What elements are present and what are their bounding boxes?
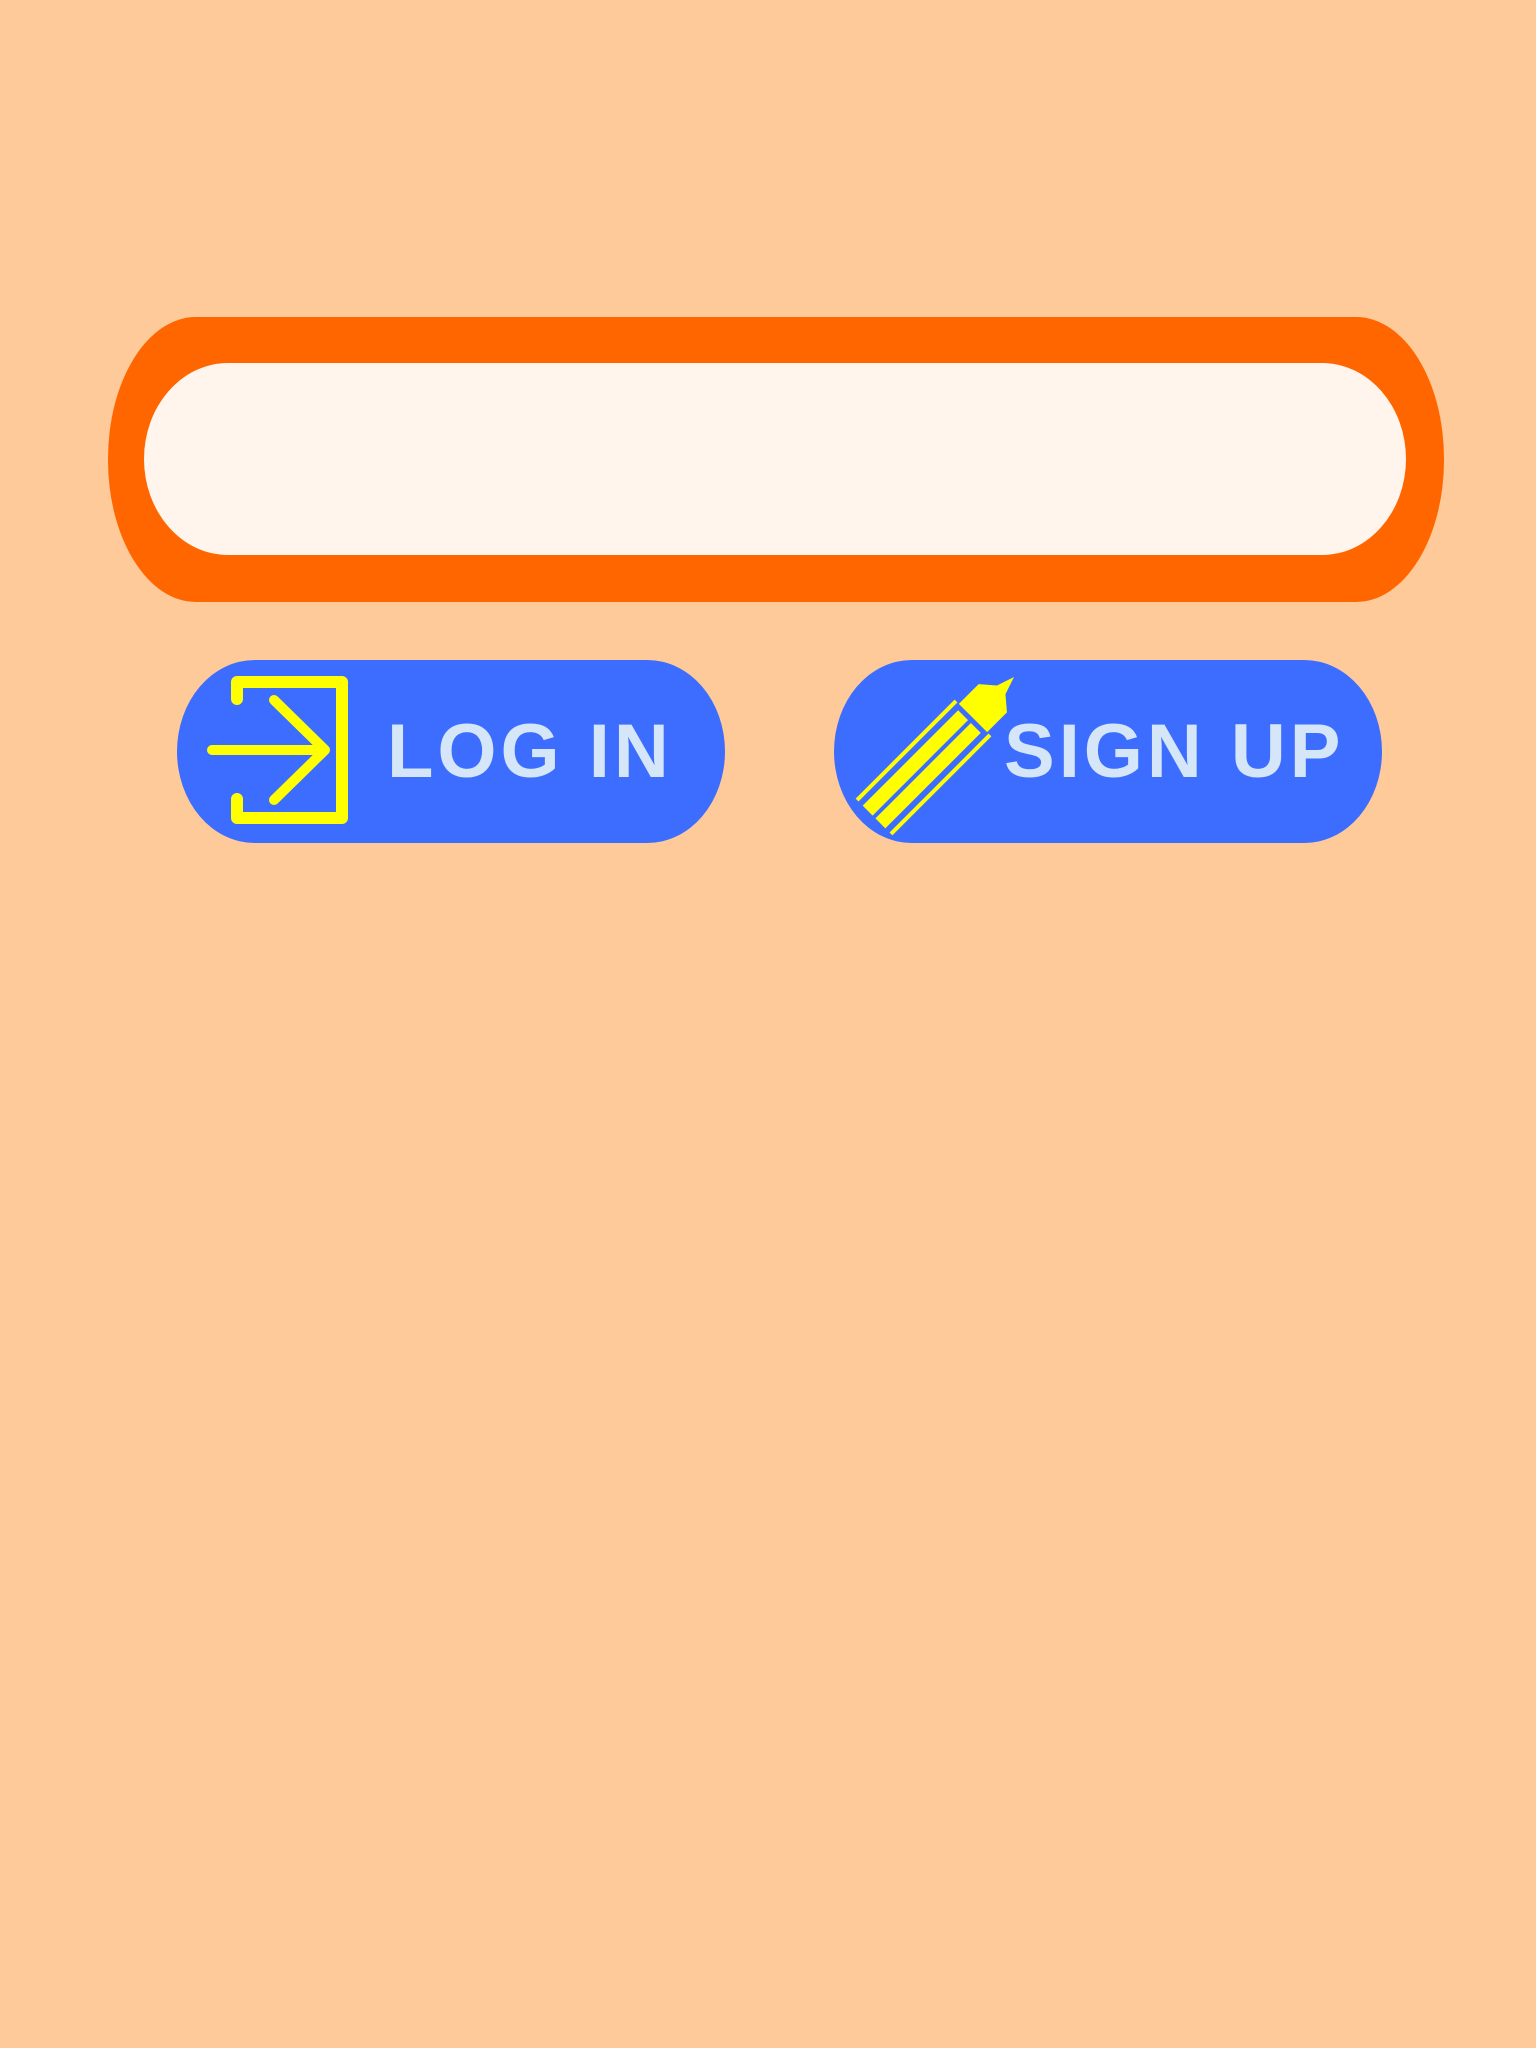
login-arrow-icon [207, 676, 348, 824]
signup-label: SIGN UP [1004, 709, 1345, 794]
display-field [144, 363, 1406, 555]
pencil-icon [855, 676, 1015, 836]
signup-button[interactable]: SIGN UP [834, 660, 1382, 843]
login-button[interactable]: LOG IN [177, 660, 725, 843]
login-label: LOG IN [387, 709, 673, 794]
display-banner [108, 317, 1444, 602]
